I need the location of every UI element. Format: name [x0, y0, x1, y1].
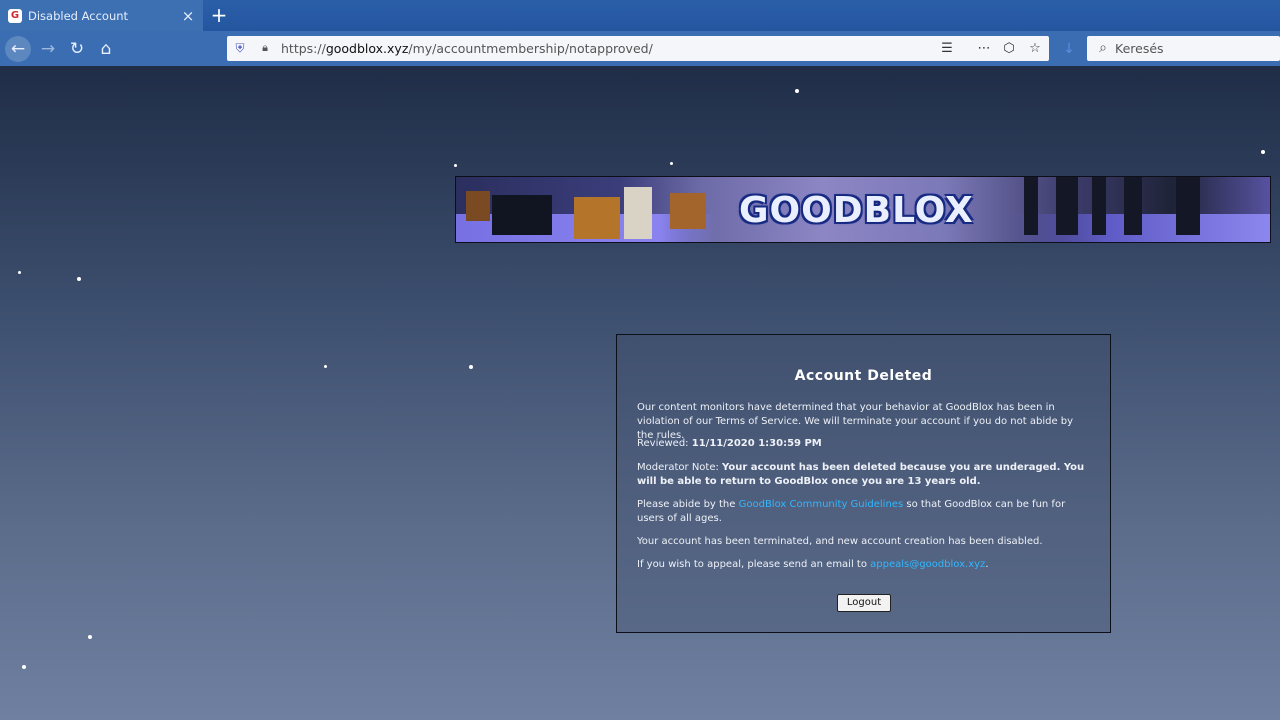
- reviewed-label: Reviewed:: [637, 438, 689, 449]
- banner-tree: [1092, 177, 1106, 235]
- banner-tree: [1056, 177, 1078, 235]
- tab-strip: G Disabled Account × +: [0, 0, 1280, 31]
- more-icon[interactable]: ⋯: [975, 40, 993, 58]
- page-body: GOODBLOX Account Deleted Our content mon…: [0, 66, 1280, 720]
- banner-tree: [1176, 177, 1200, 235]
- reviewed-line: Reviewed: 11/11/2020 1:30:59 PM: [637, 437, 1092, 451]
- banner-block: [670, 193, 706, 229]
- snowflake: [670, 162, 673, 165]
- goodblox-favicon-icon: G: [8, 8, 22, 23]
- forward-button[interactable]: →: [35, 36, 61, 62]
- snowflake: [88, 635, 92, 639]
- banner-block: [574, 197, 620, 239]
- download-icon[interactable]: ↓: [1060, 40, 1078, 58]
- bookmark-star-icon[interactable]: ☆: [1026, 40, 1044, 58]
- snowflake: [18, 271, 21, 274]
- logout-button[interactable]: Logout: [837, 594, 891, 612]
- snowflake: [324, 365, 327, 368]
- guidelines-line: Please abide by the GoodBlox Community G…: [637, 498, 1092, 526]
- goodblox-logo: GOODBLOX: [739, 190, 974, 231]
- appeal-prefix: If you wish to appeal, please send an em…: [637, 559, 867, 570]
- snowflake: [469, 365, 473, 369]
- lock-icon[interactable]: 🔒︎: [259, 41, 271, 55]
- search-bar[interactable]: ⌕: [1087, 36, 1280, 61]
- goodblox-banner[interactable]: GOODBLOX: [455, 176, 1271, 243]
- banner-tree: [1124, 177, 1142, 235]
- snowflake: [1261, 150, 1265, 154]
- snowflake: [795, 89, 799, 93]
- tab-title: Disabled Account: [28, 8, 129, 23]
- banner-character: [624, 187, 652, 239]
- pocket-icon[interactable]: ⬡: [1000, 40, 1018, 58]
- shield-icon[interactable]: ⛨: [234, 41, 246, 55]
- panel-title: Account Deleted: [794, 368, 933, 384]
- banner-tree: [1024, 177, 1038, 235]
- new-tab-button[interactable]: +: [208, 4, 230, 26]
- guidelines-prefix: Please abide by the: [637, 499, 736, 510]
- appeal-suffix: .: [985, 559, 989, 570]
- moderator-note: Moderator Note: Your account has been de…: [637, 461, 1092, 489]
- appeal-line: If you wish to appeal, please send an em…: [637, 558, 1092, 572]
- snowflake: [22, 665, 26, 669]
- account-deleted-panel: Account Deleted Our content monitors hav…: [616, 334, 1111, 633]
- close-icon[interactable]: ×: [181, 8, 195, 23]
- url-text[interactable]: https://goodblox.xyz/my/accountmembershi…: [281, 41, 653, 56]
- tab-disabled-account[interactable]: G Disabled Account ×: [0, 0, 203, 31]
- reviewed-value: 11/11/2020 1:30:59 PM: [691, 438, 822, 449]
- search-icon: ⌕: [1099, 40, 1107, 56]
- banner-block: [492, 195, 552, 235]
- community-guidelines-link[interactable]: GoodBlox Community Guidelines: [739, 499, 904, 510]
- address-bar[interactable]: ⛨ 🔒︎ https://goodblox.xyz/my/accountmemb…: [227, 36, 1049, 61]
- search-input[interactable]: [1115, 39, 1275, 58]
- url-scheme: https://: [281, 41, 326, 56]
- moderator-label: Moderator Note:: [637, 462, 719, 473]
- snowflake: [77, 277, 81, 281]
- url-host: goodblox.xyz: [325, 41, 409, 56]
- banner-block: [466, 191, 490, 221]
- home-button[interactable]: ⌂: [93, 36, 119, 62]
- terminated-text: Your account has been terminated, and ne…: [637, 536, 1043, 547]
- appeal-email-link[interactable]: appeals@goodblox.xyz: [870, 559, 985, 570]
- snowflake: [454, 164, 457, 167]
- reload-button[interactable]: ↻: [64, 36, 90, 62]
- url-path: /my/accountmembership/notapproved/: [408, 41, 653, 56]
- reader-view-icon[interactable]: ☰: [938, 40, 956, 58]
- back-button[interactable]: ←: [5, 36, 31, 62]
